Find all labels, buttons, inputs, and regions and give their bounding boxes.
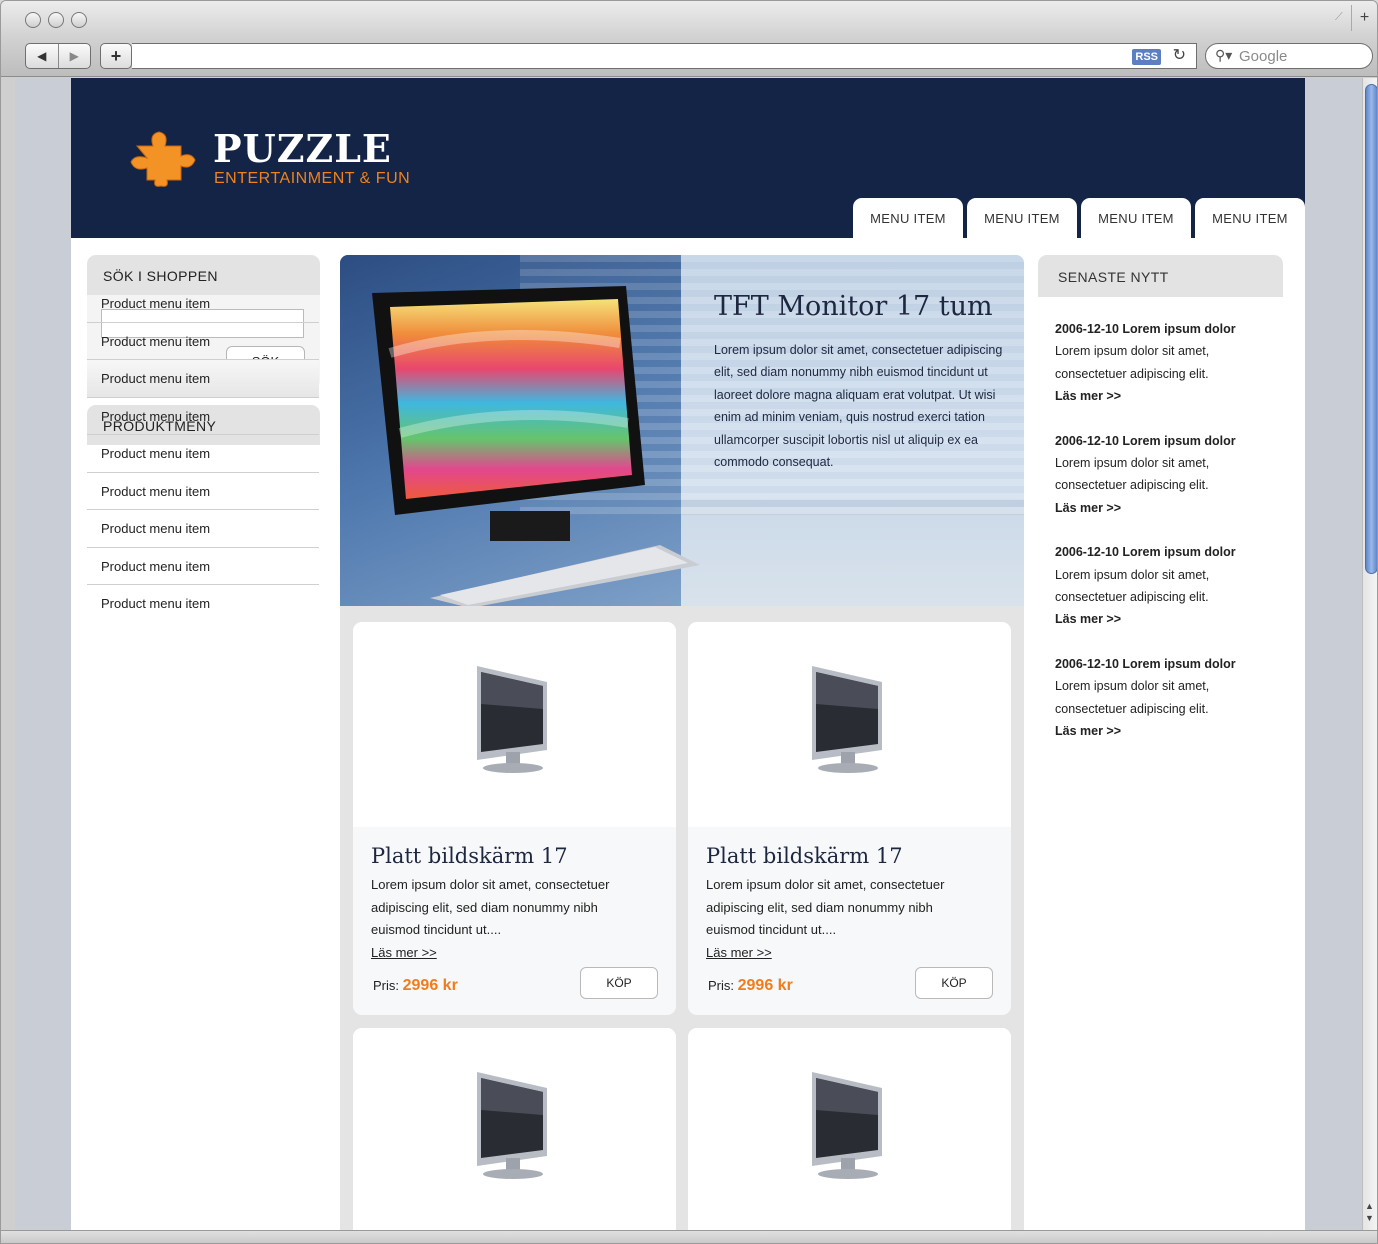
back-arrow-icon[interactable]: ◀ xyxy=(26,44,58,68)
hero-monitor-image xyxy=(372,286,700,606)
monitor-image[interactable] xyxy=(808,1070,888,1180)
vertical-scrollbar[interactable]: ▲ ▼ xyxy=(1362,78,1377,1230)
product-menu-item[interactable]: Product menu item xyxy=(87,323,319,360)
hero-banner[interactable]: TFT Monitor 17 tum Lorem ipsum dolor sit… xyxy=(340,255,1024,606)
product-card: Platt bildskärm 17 Lorem ipsum dolor sit… xyxy=(353,622,676,1015)
news-item: 2006-12-10 Lorem ipsum dolor Lorem ipsum… xyxy=(1055,541,1283,631)
product-menu-item[interactable]: Product menu item xyxy=(87,548,319,585)
rss-icon[interactable]: RSS xyxy=(1132,49,1161,65)
product-menu-item[interactable]: Product menu item xyxy=(87,585,319,623)
logo-title[interactable]: PUZZLE xyxy=(213,126,392,171)
zoom-window-button[interactable] xyxy=(71,12,87,28)
price-label: Pris: xyxy=(708,978,734,993)
product-card xyxy=(353,1028,676,1230)
news-column: SENASTE NYTT 2006-12-10 Lorem ipsum dolo… xyxy=(1038,255,1283,743)
site-container: PUZZLE ENTERTAINMENT & FUN MENU ITEM MEN… xyxy=(71,78,1305,1230)
product-menu-item[interactable]: Product menu item xyxy=(87,398,319,435)
product-price: Pris: 2996 kr xyxy=(708,977,793,995)
site-header: PUZZLE ENTERTAINMENT & FUN MENU ITEM MEN… xyxy=(71,78,1305,238)
news-date-title[interactable]: 2006-12-10 Lorem ipsum dolor xyxy=(1055,430,1283,452)
forward-arrow-icon[interactable]: ▶ xyxy=(57,44,91,68)
product-menu-item[interactable]: Product menu item xyxy=(87,510,319,548)
browser-search-input[interactable]: ⚲▾ Google xyxy=(1205,43,1373,69)
reload-icon[interactable]: ↻ xyxy=(1173,47,1186,65)
browser-window: ⟋ + ◀ ▶ + RSS ↻ ⚲▾ Google PUZZLE ENTERTA… xyxy=(0,0,1378,1244)
product-image-area xyxy=(688,1028,1011,1230)
news-date-title[interactable]: 2006-12-10 Lorem ipsum dolor xyxy=(1055,318,1283,340)
product-description: Lorem ipsum dolor sit amet, consectetuer… xyxy=(706,877,945,937)
hero-text: Lorem ipsum dolor sit amet, consectetuer… xyxy=(714,343,1003,470)
news-item: 2006-12-10 Lorem ipsum dolor Lorem ipsum… xyxy=(1055,653,1283,743)
price-value: 2996 kr xyxy=(737,977,793,994)
status-bar xyxy=(1,1230,1377,1243)
product-menu-item-active[interactable]: Product menu item xyxy=(87,360,319,398)
news-text: Lorem ipsum dolor sit amet, consectetuer… xyxy=(1055,567,1210,605)
news-read-more-link[interactable]: Läs mer >> xyxy=(1055,608,1283,630)
main-menu: MENU ITEM MENU ITEM MENU ITEM MENU ITEM xyxy=(853,198,1305,238)
product-description: Lorem ipsum dolor sit amet, consectetuer… xyxy=(371,877,610,937)
menu-item-1[interactable]: MENU ITEM xyxy=(853,198,963,238)
news-read-more-link[interactable]: Läs mer >> xyxy=(1055,497,1283,519)
page-viewport: PUZZLE ENTERTAINMENT & FUN MENU ITEM MEN… xyxy=(15,78,1362,1230)
puzzle-logo-icon[interactable] xyxy=(129,128,199,188)
add-bookmark-icon[interactable]: + xyxy=(100,43,132,69)
news-read-more-link[interactable]: Läs mer >> xyxy=(1055,720,1283,742)
close-window-button[interactable] xyxy=(25,12,41,28)
scrollbar-thumb[interactable] xyxy=(1365,84,1377,574)
minimize-window-button[interactable] xyxy=(48,12,64,28)
product-menu-list: Product menu item Product menu item Prod… xyxy=(87,285,319,623)
product-image-area xyxy=(353,622,676,827)
news-text: Lorem ipsum dolor sit amet, consectetuer… xyxy=(1055,456,1210,493)
logo-subtitle: ENTERTAINMENT & FUN xyxy=(214,170,411,187)
news-text: Lorem ipsum dolor sit amet, consectetuer… xyxy=(1055,679,1210,716)
product-card xyxy=(688,1028,1011,1230)
new-tab-button[interactable]: + xyxy=(1351,5,1377,31)
menu-item-4[interactable]: MENU ITEM xyxy=(1195,198,1305,238)
product-title[interactable]: Platt bildskärm 17 xyxy=(706,844,903,868)
price-value: 2996 kr xyxy=(402,977,458,994)
monitor-image[interactable] xyxy=(473,1070,553,1180)
news-heading: SENASTE NYTT xyxy=(1038,255,1283,297)
monitor-image[interactable] xyxy=(473,664,553,774)
monitor-image[interactable] xyxy=(808,664,888,774)
product-menu-item[interactable]: Product menu item xyxy=(87,473,319,510)
product-menu-item[interactable]: Product menu item xyxy=(87,285,319,323)
product-title[interactable]: Platt bildskärm 17 xyxy=(371,844,568,868)
hero-title[interactable]: TFT Monitor 17 tum xyxy=(714,291,993,322)
product-image-area xyxy=(688,622,1011,827)
news-item: 2006-12-10 Lorem ipsum dolor Lorem ipsum… xyxy=(1055,430,1283,520)
address-bar[interactable]: RSS ↻ xyxy=(132,43,1197,69)
resize-grip-icon: ⟋ xyxy=(1335,11,1343,23)
news-read-more-link[interactable]: Läs mer >> xyxy=(1055,385,1283,407)
product-menu-item[interactable]: Product menu item xyxy=(87,435,319,473)
product-image-area xyxy=(353,1028,676,1230)
price-label: Pris: xyxy=(373,978,399,993)
product-price: Pris: 2996 kr xyxy=(373,977,458,995)
search-placeholder: Google xyxy=(1239,48,1288,65)
news-date-title[interactable]: 2006-12-10 Lorem ipsum dolor xyxy=(1055,541,1283,563)
buy-button[interactable]: KÖP xyxy=(915,967,993,999)
product-read-more-link[interactable]: Läs mer >> xyxy=(706,945,772,960)
title-bar: ⟋ + xyxy=(1,1,1377,37)
news-date-title[interactable]: 2006-12-10 Lorem ipsum dolor xyxy=(1055,653,1283,675)
news-text: Lorem ipsum dolor sit amet, consectetuer… xyxy=(1055,344,1210,381)
browser-toolbar: ◀ ▶ + RSS ↻ ⚲▾ Google xyxy=(1,37,1377,77)
nav-buttons: ◀ ▶ xyxy=(25,43,91,69)
news-item: 2006-12-10 Lorem ipsum dolor Lorem ipsum… xyxy=(1055,318,1283,408)
menu-item-3[interactable]: MENU ITEM xyxy=(1081,198,1191,238)
scroll-arrows-icon[interactable]: ▲ ▼ xyxy=(1365,1200,1374,1224)
menu-item-2[interactable]: MENU ITEM xyxy=(967,198,1077,238)
product-card: Platt bildskärm 17 Lorem ipsum dolor sit… xyxy=(688,622,1011,1015)
product-read-more-link[interactable]: Läs mer >> xyxy=(371,945,437,960)
buy-button[interactable]: KÖP xyxy=(580,967,658,999)
search-icon: ⚲▾ xyxy=(1215,47,1233,63)
